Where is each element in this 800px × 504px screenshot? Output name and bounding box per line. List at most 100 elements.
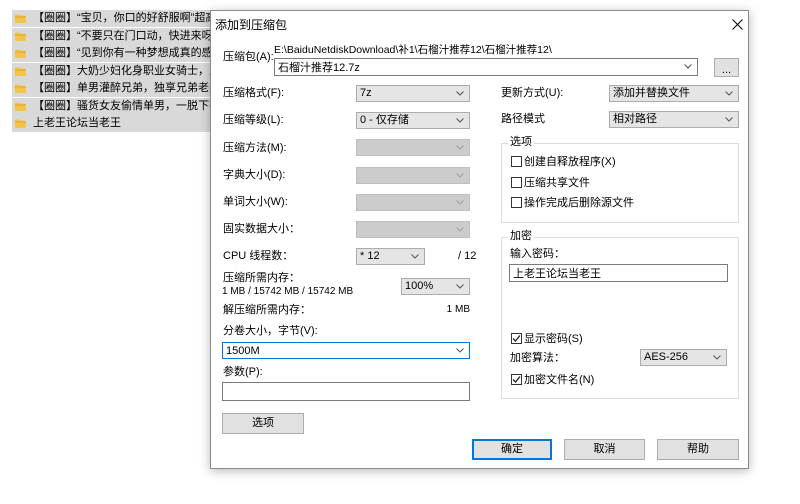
list-item[interactable]: 上老王论坛当老王 xyxy=(12,115,217,132)
chevron-down-icon[interactable] xyxy=(684,64,692,69)
list-item-name: 【圈圈】“不要只在门口动，快进来呀”极... xyxy=(33,29,217,42)
chevron-down-icon xyxy=(456,145,464,150)
archive-path: E:\BaiduNetdiskDownload\补1\石榴汁推荐12\石榴汁推荐… xyxy=(274,44,552,56)
format-select[interactable]: 7z xyxy=(356,85,470,102)
password-input[interactable] xyxy=(512,265,725,281)
word-size-select xyxy=(356,194,470,211)
chevron-down-icon xyxy=(456,227,464,232)
archive-label: 压缩包(A): xyxy=(223,51,274,63)
cancel-button[interactable]: 取消 xyxy=(564,439,645,460)
list-item-name: 【圈圈】“宝贝，你口的好舒服啊”超高颜... xyxy=(33,12,217,24)
file-list: 【圈圈】“宝贝，你口的好舒服啊”超高颜... 【圈圈】“不要只在门口动，快进来呀… xyxy=(12,10,217,135)
update-mode-value: 添加并替换文件 xyxy=(613,87,690,99)
level-label: 压缩等级(L): xyxy=(223,114,284,126)
memory-usage-select[interactable]: 100% xyxy=(401,278,470,295)
parameters-label: 参数(P): xyxy=(223,366,263,378)
archive-name-combobox[interactable] xyxy=(274,58,698,76)
folder-icon xyxy=(15,102,26,111)
encryption-method-label: 加密算法： xyxy=(510,352,565,364)
options-group-title: 选项 xyxy=(508,135,534,149)
update-mode-select[interactable]: 添加并替换文件 xyxy=(609,85,739,102)
list-item[interactable]: 【圈圈】“见到你有一种梦想成真的感觉”... xyxy=(12,45,217,62)
solid-block-label: 固实数据大小： xyxy=(223,223,300,235)
format-value: 7z xyxy=(360,87,372,99)
sfx-label[interactable]: 创建自释放程序(X) xyxy=(524,155,616,169)
folder-icon xyxy=(15,84,26,93)
encryption-method-value: AES-256 xyxy=(644,351,689,363)
list-item-name: 【圈圈】单男灌醉兄弟，独享兄弟老婆，... xyxy=(33,82,217,94)
parameters-field[interactable] xyxy=(222,382,470,401)
list-item-name: 上老王论坛当老王 xyxy=(33,117,121,129)
path-mode-select[interactable]: 相对路径 xyxy=(609,111,739,128)
folder-icon xyxy=(15,49,26,58)
list-item[interactable]: 【圈圈】“不要只在门口动，快进来呀”极... xyxy=(12,27,217,45)
password-label: 输入密码： xyxy=(510,248,565,260)
options-button[interactable]: 选项 xyxy=(222,413,304,434)
path-mode-value: 相对路径 xyxy=(613,113,657,125)
encryption-group-title: 加密 xyxy=(508,229,534,243)
word-size-label: 单词大小(W): xyxy=(223,196,288,208)
list-item[interactable]: 【圈圈】骚货女友偷情单男，一脱下衣服... xyxy=(12,97,217,115)
list-item[interactable]: 【圈圈】单男灌醉兄弟，独享兄弟老婆，... xyxy=(12,80,217,97)
chevron-down-icon xyxy=(725,91,733,96)
path-mode-label: 路径模式 xyxy=(501,113,545,125)
cpu-threads-value: * 12 xyxy=(360,250,380,262)
encrypt-names-checkbox[interactable] xyxy=(511,374,522,385)
level-select[interactable]: 0 - 仅存储 xyxy=(356,112,470,129)
list-item[interactable]: 【圈圈】大奶少妇化身职业女骑士，上位... xyxy=(12,62,217,80)
chevron-down-icon xyxy=(411,254,419,259)
close-icon[interactable] xyxy=(732,19,743,30)
show-password-label[interactable]: 显示密码(S) xyxy=(524,332,583,346)
solid-block-select xyxy=(356,221,470,238)
list-item-name: 【圈圈】大奶少妇化身职业女骑士，上位... xyxy=(33,64,217,77)
chevron-down-icon xyxy=(456,284,464,289)
dictionary-label: 字典大小(D): xyxy=(223,169,286,181)
parameters-input[interactable] xyxy=(225,383,467,400)
memory-usage-value: 100% xyxy=(405,280,434,292)
chevron-down-icon xyxy=(456,118,464,123)
dialog-title: 添加到压缩包 xyxy=(215,18,288,32)
chevron-down-icon xyxy=(456,91,464,96)
split-volume-label: 分卷大小，字节(V): xyxy=(223,325,318,337)
folder-icon xyxy=(15,32,26,41)
compress-memory-label: 压缩所需内存： xyxy=(223,272,300,284)
folder-icon xyxy=(15,119,26,128)
show-password-checkbox[interactable] xyxy=(511,333,522,344)
method-label: 压缩方法(M): xyxy=(223,142,287,154)
add-to-archive-dialog: 添加到压缩包 压缩包(A): E:\BaiduNetdiskDownload\补… xyxy=(210,10,749,469)
delete-after-label[interactable]: 操作完成后删除源文件 xyxy=(524,196,634,210)
help-button[interactable]: 帮助 xyxy=(657,439,739,460)
archive-name-input[interactable] xyxy=(277,59,679,75)
list-item-name: 【圈圈】“见到你有一种梦想成真的感觉”... xyxy=(33,47,217,59)
folder-icon xyxy=(15,14,26,23)
folder-icon xyxy=(15,67,26,76)
options-group: 选项 创建自释放程序(X) 压缩共享文件 操作完成后删除源文件 xyxy=(501,135,739,223)
split-volume-input[interactable] xyxy=(225,343,451,358)
cpu-threads-label: CPU 线程数： xyxy=(223,250,294,262)
format-label: 压缩格式(F): xyxy=(223,87,285,99)
password-field[interactable] xyxy=(509,264,728,282)
cpu-threads-max: / 12 xyxy=(458,250,477,262)
delete-after-checkbox[interactable] xyxy=(511,197,522,208)
chevron-down-icon xyxy=(725,117,733,122)
shared-files-label[interactable]: 压缩共享文件 xyxy=(524,176,590,190)
cpu-threads-select[interactable]: * 12 xyxy=(356,248,425,265)
encrypt-names-label[interactable]: 加密文件名(N) xyxy=(524,373,594,387)
chevron-down-icon[interactable] xyxy=(456,348,464,353)
chevron-down-icon xyxy=(713,355,721,360)
list-item-name: 【圈圈】骚货女友偷情单男，一脱下衣服... xyxy=(33,99,217,112)
decompress-memory-value: 1 MB xyxy=(446,304,470,315)
level-value: 0 - 仅存储 xyxy=(360,114,409,126)
shared-files-checkbox[interactable] xyxy=(511,177,522,188)
split-volume-combobox[interactable] xyxy=(222,342,470,359)
browse-button[interactable]: ... xyxy=(714,58,739,77)
decompress-memory-label: 解压缩所需内存： xyxy=(223,304,311,316)
encryption-method-select[interactable]: AES-256 xyxy=(640,349,727,366)
title-bar[interactable]: 添加到压缩包 xyxy=(211,11,748,39)
update-mode-label: 更新方式(U): xyxy=(501,87,564,99)
list-item[interactable]: 【圈圈】“宝贝，你口的好舒服啊”超高颜... xyxy=(12,10,217,27)
sfx-checkbox[interactable] xyxy=(511,156,522,167)
method-select xyxy=(356,139,470,156)
chevron-down-icon xyxy=(456,200,464,205)
ok-button[interactable]: 确定 xyxy=(472,439,552,460)
